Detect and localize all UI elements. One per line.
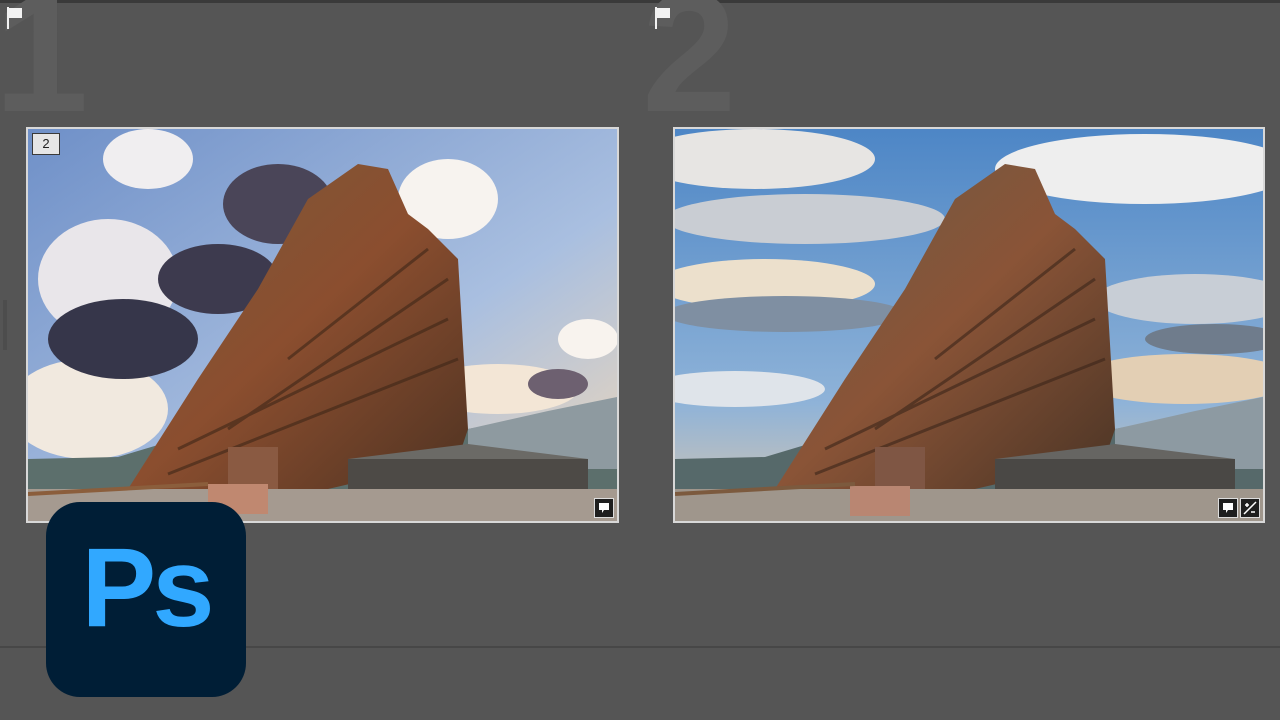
comment-icon xyxy=(1218,498,1238,518)
photoshop-logo: Ps xyxy=(46,502,246,697)
photoshop-logo-text: Ps xyxy=(81,525,215,650)
edited-icon xyxy=(1240,498,1260,518)
panel-resize-handle[interactable] xyxy=(3,300,7,350)
stack-count-badge: 2 xyxy=(32,133,60,155)
photo-edited xyxy=(675,129,1263,521)
top-divider xyxy=(0,0,1280,3)
photo-original xyxy=(28,129,617,521)
flag-icon[interactable] xyxy=(6,6,24,30)
photo-cell-original[interactable]: 2 xyxy=(26,127,619,523)
flag-icon[interactable] xyxy=(654,6,672,30)
photo-cell-edited[interactable] xyxy=(673,127,1265,523)
comment-icon xyxy=(594,498,614,518)
